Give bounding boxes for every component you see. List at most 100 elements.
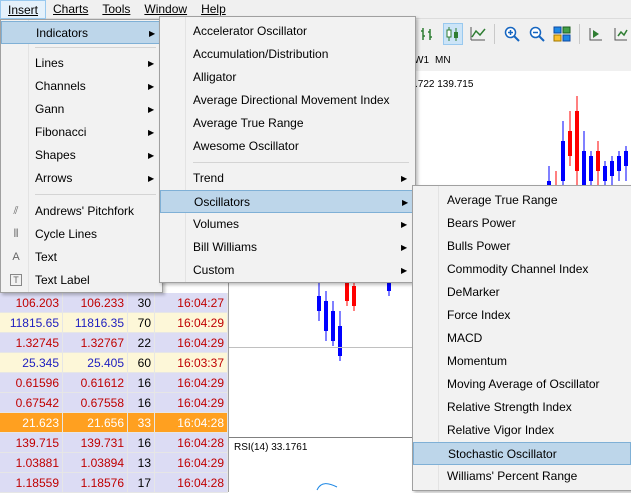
zoom-out-button[interactable]	[527, 23, 547, 45]
oscillators-menu-item-momentum[interactable]: Momentum	[413, 350, 631, 373]
oscillators-menu-item-bears-power[interactable]: Bears Power	[413, 212, 631, 235]
market-watch-spread: 22	[128, 333, 155, 352]
market-watch-row[interactable]: 0.67542 0.67558 16 16:04:29	[0, 393, 228, 413]
candle-body	[317, 296, 321, 311]
market-watch-spread: 16	[128, 433, 155, 452]
oscillators-menu-item-macd[interactable]: MACD	[413, 327, 631, 350]
market-watch-row[interactable]: 1.32745 1.32767 22 16:04:29	[0, 333, 228, 353]
market-watch-ask: 139.731	[63, 433, 128, 452]
market-watch-spread: 60	[128, 353, 155, 372]
menu-charts[interactable]: Charts	[46, 0, 95, 19]
oscillators-menu-item-label: Force Index	[447, 308, 511, 322]
insert-menu-item-label: Lines	[35, 56, 64, 70]
auto-scroll-button[interactable]	[586, 23, 606, 45]
insert-menu: Indicators ▶ Lines ▶ Channels ▶ Gann ▶ Fibonacci…	[0, 19, 163, 293]
indicators-menu-item-oscillators[interactable]: Oscillators ▶	[160, 190, 415, 213]
indicators-menu-item-label: Trend	[193, 171, 224, 185]
oscillators-menu-item-stochastic-oscillator[interactable]: Stochastic Oscillator	[413, 442, 631, 465]
line-chart-button[interactable]	[468, 23, 488, 45]
oscillators-menu-item-bulls-power[interactable]: Bulls Power	[413, 235, 631, 258]
oscillators-menu-item-label: Momentum	[447, 354, 508, 368]
indicators-menu-item-label: Oscillators	[194, 195, 251, 209]
oscillators-menu-item-relative-strength-index[interactable]: Relative Strength Index	[413, 396, 631, 419]
insert-menu-item-cycle-lines[interactable]: Cycle Lines ⦀	[1, 223, 162, 246]
market-watch-time: 16:04:29	[155, 333, 228, 352]
submenu-arrow-icon: ▶	[148, 59, 155, 68]
menu-separator	[35, 47, 156, 48]
insert-menu-item-indicators[interactable]: Indicators ▶	[1, 21, 162, 44]
oscillators-menu-item-demarker[interactable]: DeMarker	[413, 281, 631, 304]
candle-body	[352, 286, 356, 306]
menu-insert[interactable]: Insert	[0, 0, 47, 19]
oscillators-menu-item-force-index[interactable]: Force Index	[413, 304, 631, 327]
submenu-arrow-icon: ▶	[402, 198, 409, 207]
insert-menu-item-shapes[interactable]: Shapes ▶	[1, 144, 162, 167]
insert-menu-item-gann[interactable]: Gann ▶	[1, 98, 162, 121]
timeframe-w1[interactable]: W1	[414, 55, 429, 66]
insert-menu-item-channels[interactable]: Channels ▶	[1, 75, 162, 98]
oscillators-menu-item-moving-average-of-oscillator[interactable]: Moving Average of Oscillator	[413, 373, 631, 396]
submenu-arrow-icon: ▶	[401, 243, 408, 252]
indicators-menu-item-volumes[interactable]: Volumes ▶	[160, 213, 415, 236]
chart-shift-button[interactable]	[611, 23, 631, 45]
indicators-menu-item-accelerator-oscillator[interactable]: Accelerator Oscillator	[160, 20, 415, 43]
market-watch-row[interactable]: 0.61596 0.61612 16 16:04:29	[0, 373, 228, 393]
market-watch-time: 16:04:28	[155, 413, 228, 432]
toolbar-separator	[578, 24, 580, 44]
candlestick-button[interactable]	[442, 23, 463, 45]
market-watch-bid: 1.18559	[0, 473, 63, 492]
insert-menu-item-text-label[interactable]: Text Label T	[1, 269, 162, 292]
insert-menu-item-lines[interactable]: Lines ▶	[1, 52, 162, 75]
market-watch-ask: 11816.35	[63, 313, 128, 332]
insert-menu-item-arrows[interactable]: Arrows ▶	[1, 167, 162, 190]
market-watch-time: 16:04:28	[155, 473, 228, 492]
menu-tools[interactable]: Tools	[95, 0, 137, 19]
oscillators-menu-item-relative-vigor-index[interactable]: Relative Vigor Index	[413, 419, 631, 442]
market-watch-ask: 21.656	[63, 413, 128, 432]
market-watch-spread: 17	[128, 473, 155, 492]
market-watch-time: 16:04:29	[155, 373, 228, 392]
indicators-menu-item-custom[interactable]: Custom ▶	[160, 259, 415, 282]
indicators-menu-item-average-true-range[interactable]: Average True Range	[160, 112, 415, 135]
oscillators-menu-item-label: DeMarker	[447, 285, 500, 299]
market-watch-row[interactable]: 139.715 139.731 16 16:04:28	[0, 433, 228, 453]
oscillators-menu-item-commodity-channel-index[interactable]: Commodity Channel Index	[413, 258, 631, 281]
market-watch-row[interactable]: 106.203 106.233 30 16:04:27	[0, 293, 228, 313]
timeframe-mn[interactable]: MN	[435, 55, 451, 66]
indicators-menu-item-trend[interactable]: Trend ▶	[160, 167, 415, 190]
market-watch-row[interactable]: 11815.65 11816.35 70 16:04:29	[0, 313, 228, 333]
toolbar-separator	[494, 24, 496, 44]
submenu-arrow-icon: ▶	[148, 82, 155, 91]
oscillators-menu-item-average-true-range[interactable]: Average True Range	[413, 189, 631, 212]
submenu-arrow-icon: ▶	[401, 266, 408, 275]
bar-chart-button[interactable]	[418, 23, 438, 45]
market-watch-bid: 139.715	[0, 433, 63, 452]
indicators-menu-item-awesome-oscillator[interactable]: Awesome Oscillator	[160, 135, 415, 158]
bar-chart-icon	[420, 28, 432, 40]
indicators-menu-item-alligator[interactable]: Alligator	[160, 66, 415, 89]
insert-menu-item-andrews-pitchfork[interactable]: Andrews' Pitchfork ⫽	[1, 200, 162, 223]
insert-menu-item-fibonacci[interactable]: Fibonacci ▶	[1, 121, 162, 144]
text-icon: A	[12, 251, 20, 263]
zoom-in-button[interactable]	[502, 23, 522, 45]
market-watch-time: 16:04:27	[155, 293, 228, 312]
zoom-in-icon	[504, 26, 520, 42]
insert-menu-item-label: Channels	[35, 79, 86, 93]
market-watch-time: 16:03:37	[155, 353, 228, 372]
candle-body	[603, 166, 607, 181]
indicators-menu-item-average-directional-movement-index[interactable]: Average Directional Movement Index	[160, 89, 415, 112]
oscillators-menu-item-label: Stochastic Oscillator	[448, 447, 557, 461]
market-watch-spread: 13	[128, 453, 155, 472]
candle-body	[324, 301, 328, 331]
market-watch-row[interactable]: 1.18559 1.18576 17 16:04:28	[0, 473, 228, 493]
indicators-menu-item-accumulation-distribution[interactable]: Accumulation/Distribution	[160, 43, 415, 66]
market-watch-row[interactable]: 21.623 21.656 33 16:04:28	[0, 413, 228, 433]
indicators-menu-item-bill-williams[interactable]: Bill Williams ▶	[160, 236, 415, 259]
insert-menu-item-text[interactable]: Text A	[1, 246, 162, 269]
market-watch-row[interactable]: 1.03881 1.03894 13 16:04:29	[0, 453, 228, 473]
tile-windows-button[interactable]	[552, 23, 572, 45]
insert-menu-item-label: Shapes	[35, 148, 76, 162]
market-watch-row[interactable]: 25.345 25.405 60 16:03:37	[0, 353, 228, 373]
oscillators-menu-item-williams-percent-range[interactable]: Williams' Percent Range	[413, 465, 631, 488]
market-watch-bid: 11815.65	[0, 313, 63, 332]
